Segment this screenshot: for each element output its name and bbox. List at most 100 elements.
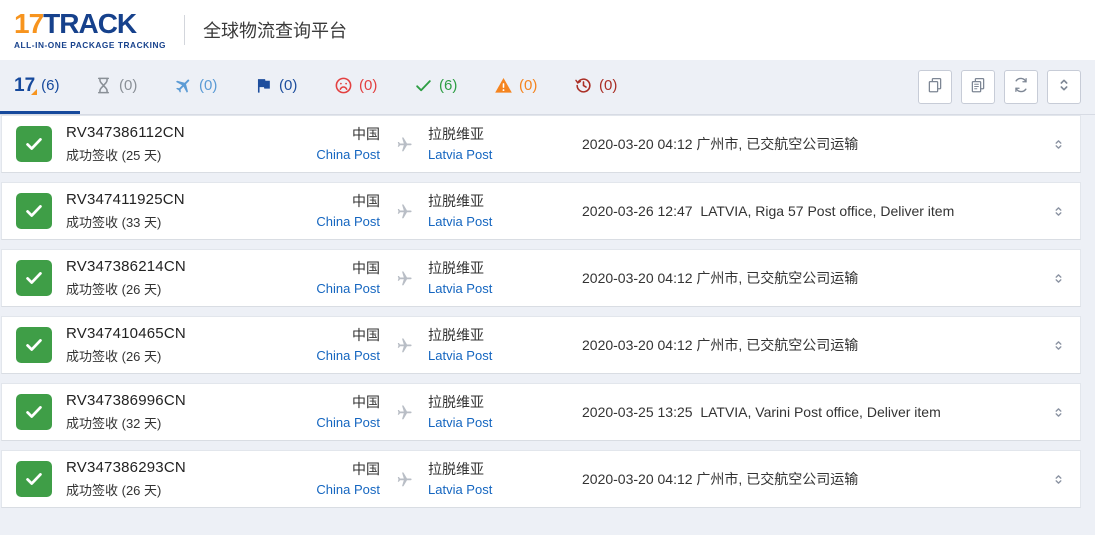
tab-not-found[interactable]: (0) bbox=[80, 60, 160, 114]
tracking-number[interactable]: RV347386996CN bbox=[66, 392, 302, 409]
17track-logo[interactable]: 17TRACK ALL-IN-ONE PACKAGE TRACKING bbox=[14, 10, 166, 49]
destination-carrier-link[interactable]: Latvia Post bbox=[428, 348, 492, 363]
delivery-status-text: 成功签收 (26 天) bbox=[66, 346, 302, 365]
up-down-chevrons-icon bbox=[1056, 77, 1072, 98]
expand-row-button[interactable] bbox=[1036, 340, 1080, 351]
delivery-status-text: 成功签收 (32 天) bbox=[66, 413, 302, 432]
check-icon bbox=[414, 76, 433, 95]
destination-country: 拉脱维亚 bbox=[428, 124, 578, 144]
tab-count: (0) bbox=[199, 77, 217, 94]
destination-carrier-link[interactable]: Latvia Post bbox=[428, 147, 492, 162]
destination-country: 拉脱维亚 bbox=[428, 258, 578, 278]
tracking-number[interactable]: RV347386293CN bbox=[66, 459, 302, 476]
logo-text: 17TRACK bbox=[14, 10, 166, 38]
status-tabs: 17 (6) (0) (0) bbox=[0, 60, 640, 114]
sad-face-icon bbox=[334, 76, 353, 95]
origin-country: 中国 bbox=[302, 325, 380, 345]
latest-event: 2020-03-26 12:47 LATVIA, Riga 57 Post of… bbox=[578, 203, 1036, 219]
tab-count: (6) bbox=[41, 77, 59, 94]
logo-subtitle: ALL-IN-ONE PACKAGE TRACKING bbox=[14, 41, 166, 49]
tab-count: (0) bbox=[279, 77, 297, 94]
origin-carrier-link[interactable]: China Post bbox=[316, 214, 380, 229]
origin-country: 中国 bbox=[302, 459, 380, 479]
origin-country: 中国 bbox=[302, 392, 380, 412]
tab-expired[interactable]: (0) bbox=[560, 60, 640, 114]
airplane-transit-icon bbox=[380, 471, 428, 488]
expand-row-button[interactable] bbox=[1036, 206, 1080, 217]
tracking-row[interactable]: RV347386112CN 成功签收 (25 天) 中国 China Post … bbox=[1, 115, 1081, 173]
tab-all-packages[interactable]: 17 (6) bbox=[0, 60, 80, 114]
copy-details-icon bbox=[969, 76, 987, 99]
tracking-number[interactable]: RV347386112CN bbox=[66, 124, 302, 141]
copy-all-button[interactable] bbox=[918, 70, 952, 104]
copy-details-button[interactable] bbox=[961, 70, 995, 104]
origin-country: 中国 bbox=[302, 124, 380, 144]
tracking-number[interactable]: RV347411925CN bbox=[66, 191, 302, 208]
destination-country: 拉脱维亚 bbox=[428, 392, 578, 412]
page-title: 全球物流查询平台 bbox=[203, 17, 347, 43]
tab-count: (0) bbox=[599, 77, 617, 94]
origin-country: 中国 bbox=[302, 258, 380, 278]
airplane-transit-icon bbox=[380, 136, 428, 153]
logo-track-part: TRACK bbox=[43, 8, 136, 39]
delivered-check-icon bbox=[16, 461, 52, 497]
tab-undelivered[interactable]: (0) bbox=[320, 60, 400, 114]
delivery-status-text: 成功签收 (25 天) bbox=[66, 145, 302, 164]
expand-row-button[interactable] bbox=[1036, 407, 1080, 418]
airplane-icon bbox=[170, 72, 197, 99]
expand-row-button[interactable] bbox=[1036, 139, 1080, 150]
seventeen-logo-icon: 17 bbox=[14, 76, 35, 95]
delivery-status-text: 成功签收 (33 天) bbox=[66, 212, 302, 231]
copy-icon bbox=[926, 76, 944, 99]
latest-event: 2020-03-25 13:25 LATVIA, Varini Post off… bbox=[578, 404, 1036, 420]
flag-icon bbox=[254, 76, 273, 95]
origin-country: 中国 bbox=[302, 191, 380, 211]
delivered-check-icon bbox=[16, 260, 52, 296]
tracking-row[interactable]: RV347410465CN 成功签收 (26 天) 中国 China Post … bbox=[1, 316, 1081, 374]
destination-carrier-link[interactable]: Latvia Post bbox=[428, 281, 492, 296]
delivery-status-text: 成功签收 (26 天) bbox=[66, 279, 302, 298]
airplane-transit-icon bbox=[380, 270, 428, 287]
warning-icon bbox=[494, 76, 513, 95]
delivered-check-icon bbox=[16, 394, 52, 430]
tracking-list: RV347386112CN 成功签收 (25 天) 中国 China Post … bbox=[0, 115, 1095, 508]
delivered-check-icon bbox=[16, 327, 52, 363]
tab-delivered[interactable]: (6) bbox=[400, 60, 480, 114]
destination-country: 拉脱维亚 bbox=[428, 459, 578, 479]
origin-carrier-link[interactable]: China Post bbox=[316, 348, 380, 363]
airplane-transit-icon bbox=[380, 337, 428, 354]
destination-carrier-link[interactable]: Latvia Post bbox=[428, 415, 492, 430]
latest-event: 2020-03-20 04:12 广州市, 已交航空公司运输 bbox=[578, 134, 1036, 154]
latest-event: 2020-03-20 04:12 广州市, 已交航空公司运输 bbox=[578, 335, 1036, 355]
status-filter-tabbar: 17 (6) (0) (0) bbox=[0, 60, 1095, 115]
tab-pick-up[interactable]: (0) bbox=[240, 60, 320, 114]
history-clock-icon bbox=[574, 76, 593, 95]
tracking-row[interactable]: RV347411925CN 成功签收 (33 天) 中国 China Post … bbox=[1, 182, 1081, 240]
refresh-button[interactable] bbox=[1004, 70, 1038, 104]
latest-event: 2020-03-20 04:12 广州市, 已交航空公司运输 bbox=[578, 469, 1036, 489]
airplane-transit-icon bbox=[380, 203, 428, 220]
tab-alert[interactable]: (0) bbox=[480, 60, 560, 114]
tracking-row[interactable]: RV347386996CN 成功签收 (32 天) 中国 China Post … bbox=[1, 383, 1081, 441]
tracking-row[interactable]: RV347386214CN 成功签收 (26 天) 中国 China Post … bbox=[1, 249, 1081, 307]
destination-carrier-link[interactable]: Latvia Post bbox=[428, 482, 492, 497]
origin-carrier-link[interactable]: China Post bbox=[316, 281, 380, 296]
origin-carrier-link[interactable]: China Post bbox=[316, 482, 380, 497]
expand-row-button[interactable] bbox=[1036, 273, 1080, 284]
delivered-check-icon bbox=[16, 126, 52, 162]
expand-row-button[interactable] bbox=[1036, 474, 1080, 485]
delivery-status-text: 成功签收 (26 天) bbox=[66, 480, 302, 499]
tracking-row[interactable]: RV347386293CN 成功签收 (26 天) 中国 China Post … bbox=[1, 450, 1081, 508]
destination-carrier-link[interactable]: Latvia Post bbox=[428, 214, 492, 229]
expand-collapse-all-button[interactable] bbox=[1047, 70, 1081, 104]
tracking-number[interactable]: RV347410465CN bbox=[66, 325, 302, 342]
list-toolbar bbox=[918, 60, 1081, 114]
origin-carrier-link[interactable]: China Post bbox=[316, 415, 380, 430]
tab-in-transit[interactable]: (0) bbox=[160, 60, 240, 114]
tracking-number[interactable]: RV347386214CN bbox=[66, 258, 302, 275]
hourglass-icon bbox=[94, 76, 113, 95]
origin-carrier-link[interactable]: China Post bbox=[316, 147, 380, 162]
tab-count: (0) bbox=[119, 77, 137, 94]
tab-count: (0) bbox=[519, 77, 537, 94]
tab-count: (6) bbox=[439, 77, 457, 94]
